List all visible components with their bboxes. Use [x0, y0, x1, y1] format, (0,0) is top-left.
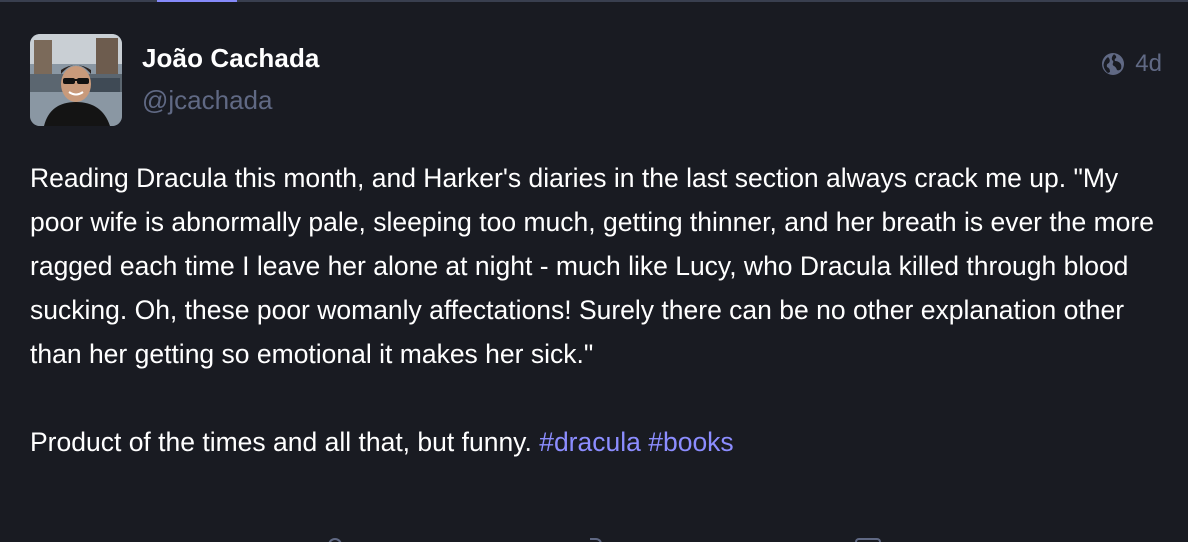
avatar[interactable]: [30, 34, 122, 126]
reply-icon[interactable]: [328, 538, 342, 542]
active-tab-indicator: [157, 0, 237, 2]
favourite-icon[interactable]: [855, 538, 881, 542]
content-paragraph: Product of the times and all that, but f…: [30, 420, 1170, 464]
hashtag-link[interactable]: #dracula: [539, 427, 641, 457]
account-handle[interactable]: @jcachada: [142, 84, 320, 116]
boost-icon[interactable]: [590, 538, 602, 542]
post-frame: João Cachada @jcachada 4d Reading Dracul…: [0, 0, 1188, 542]
globe-icon: [1101, 52, 1125, 76]
content-paragraph: Reading Dracula this month, and Harker's…: [30, 163, 1154, 369]
post-content: Reading Dracula this month, and Harker's…: [30, 156, 1170, 464]
post-meta: 4d: [1101, 50, 1162, 78]
relative-time[interactable]: 4d: [1135, 50, 1162, 78]
status-post[interactable]: João Cachada @jcachada 4d Reading Dracul…: [30, 34, 1162, 464]
display-name[interactable]: João Cachada: [142, 42, 320, 74]
content-text: Product of the times and all that, but f…: [30, 427, 540, 457]
hashtag-link[interactable]: #books: [648, 427, 733, 457]
author-block[interactable]: João Cachada @jcachada: [142, 42, 320, 116]
post-header: João Cachada @jcachada 4d: [30, 34, 1162, 128]
action-bar: [0, 532, 1188, 542]
